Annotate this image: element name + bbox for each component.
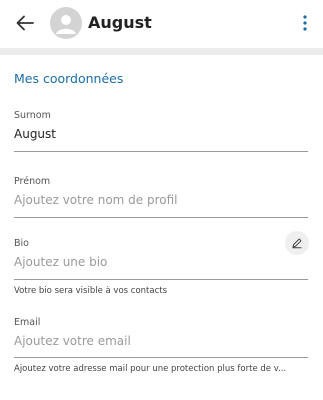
pencil-icon — [292, 238, 302, 249]
bio-field[interactable]: Bio Ajoutez une bio — [14, 238, 308, 269]
prenom-field[interactable]: Prénom Ajoutez votre nom de profil — [14, 176, 308, 207]
email-label: Email — [14, 317, 41, 328]
surnom-value[interactable]: August — [14, 127, 308, 141]
section-title: Mes coordonnées — [14, 71, 124, 86]
bio-underline — [14, 279, 308, 280]
page-title: August — [88, 13, 152, 32]
email-underline — [14, 357, 308, 358]
prenom-input[interactable]: Ajoutez votre nom de profil — [14, 193, 308, 207]
bio-helper-text: Votre bio sera visible à vos contacts — [14, 286, 168, 296]
prenom-label: Prénom — [14, 176, 51, 187]
bio-label: Bio — [14, 238, 29, 249]
more-options-button[interactable] — [300, 12, 310, 34]
surnom-underline — [14, 151, 308, 152]
email-helper-text: Ajoutez votre adresse mail pour une prot… — [14, 364, 287, 374]
bio-input[interactable]: Ajoutez une bio — [14, 255, 308, 269]
more-vertical-icon — [303, 15, 307, 31]
header-divider — [0, 48, 323, 55]
person-icon — [56, 15, 76, 34]
arrow-left-icon — [16, 15, 34, 31]
prenom-underline — [14, 217, 308, 218]
avatar[interactable] — [50, 7, 82, 39]
back-button[interactable] — [12, 10, 38, 36]
email-field[interactable]: Email Ajoutez votre email — [14, 317, 308, 348]
email-input[interactable]: Ajoutez votre email — [14, 334, 308, 348]
top-app-bar: August — [0, 0, 323, 48]
edit-bio-button[interactable] — [285, 231, 309, 255]
surnom-field[interactable]: Surnom August — [14, 110, 308, 141]
surnom-label: Surnom — [14, 110, 51, 121]
